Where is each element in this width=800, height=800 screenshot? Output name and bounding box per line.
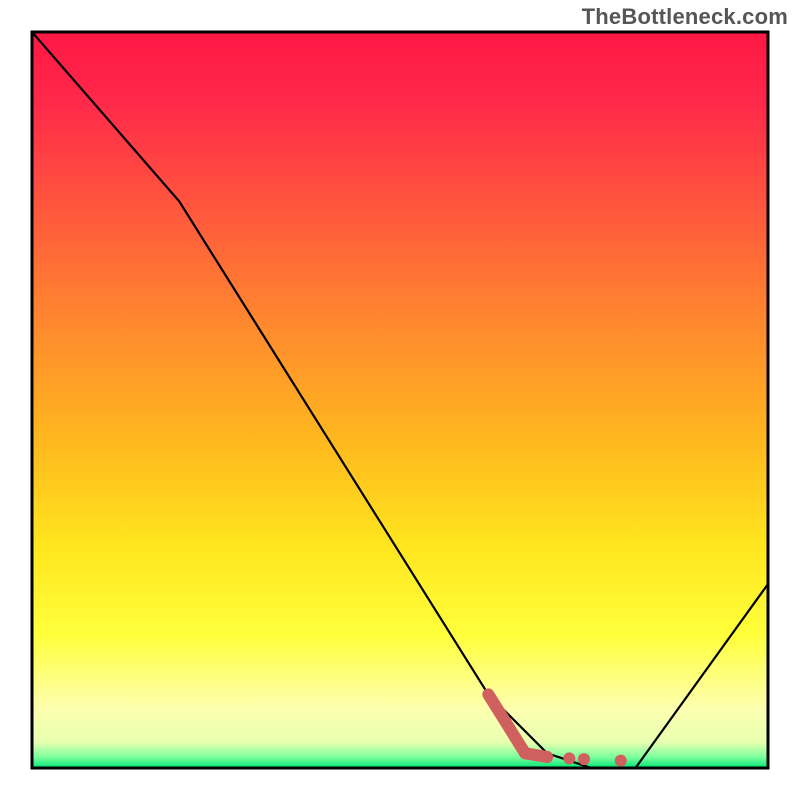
trough-segment [525,753,547,757]
trough-dot [615,755,627,767]
chart-container: TheBottleneck.com [0,0,800,800]
watermark-text: TheBottleneck.com [582,4,788,30]
plot-background [32,32,768,768]
trough-dot [578,753,590,765]
trough-dot [563,752,575,764]
bottleneck-chart [0,0,800,800]
